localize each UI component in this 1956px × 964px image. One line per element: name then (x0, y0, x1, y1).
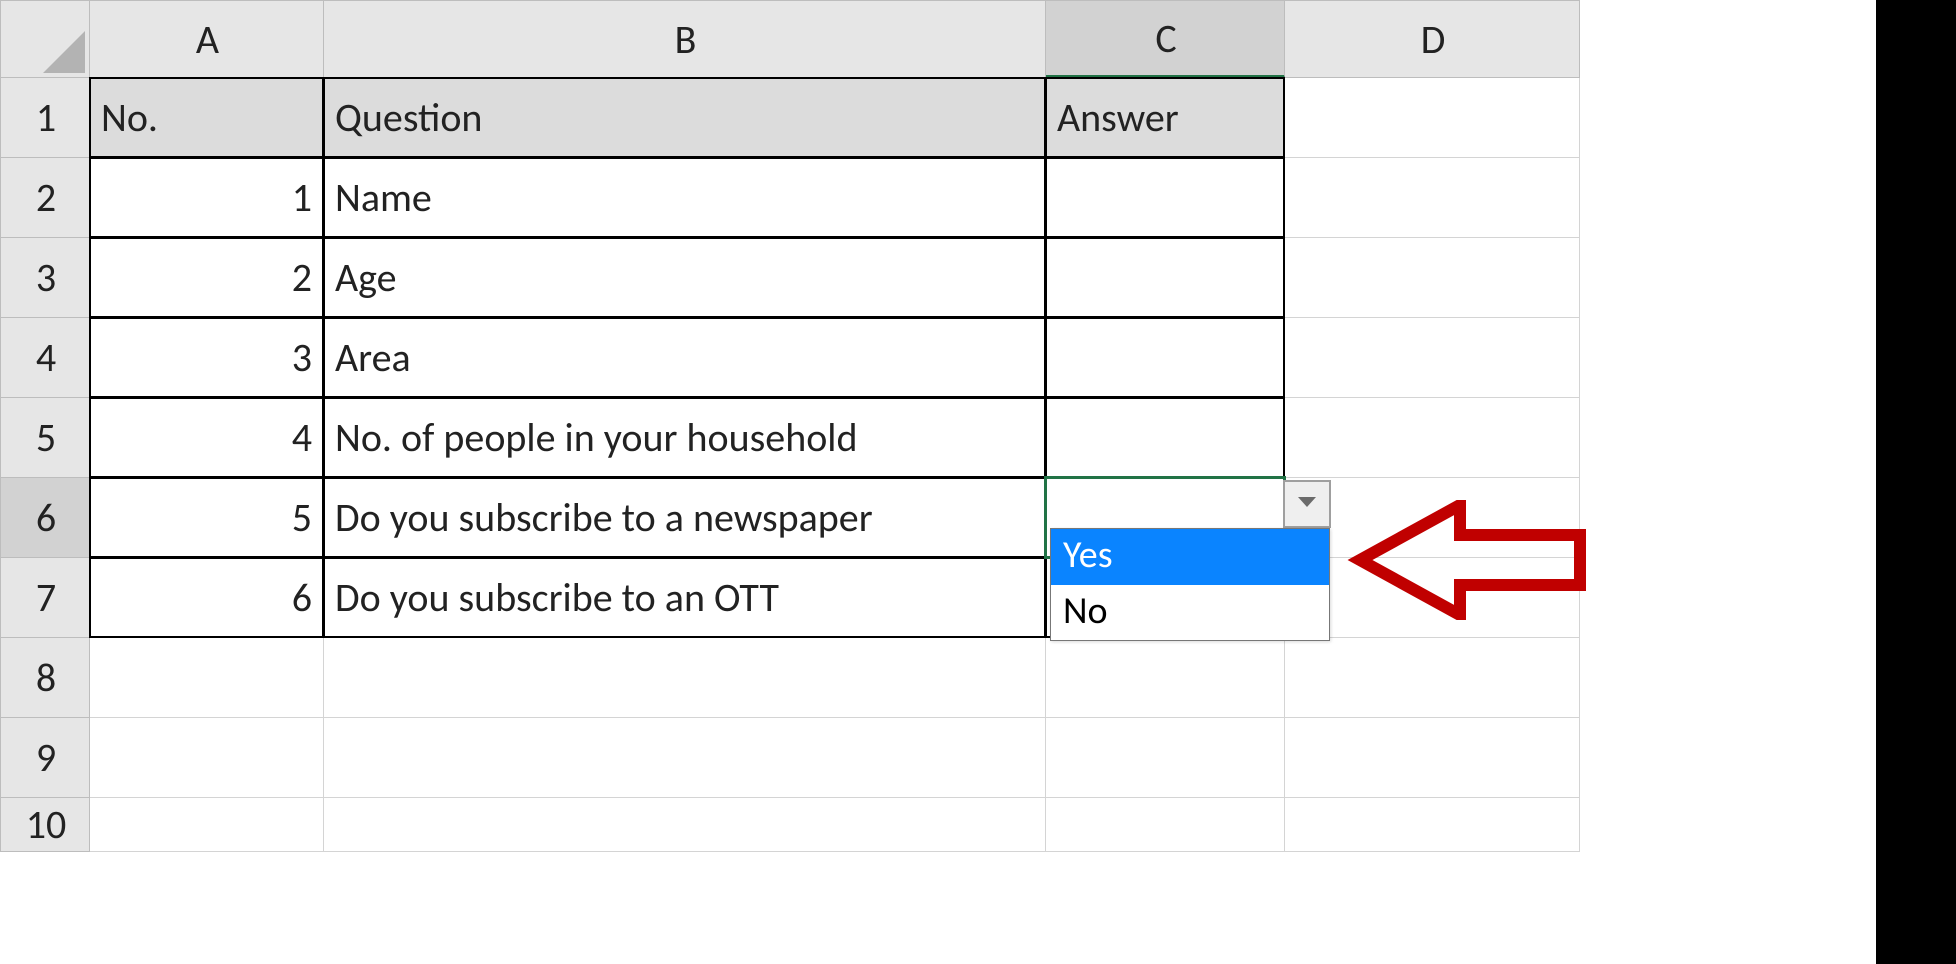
cell-B1[interactable]: Question (323, 77, 1046, 158)
row-header-3[interactable]: 3 (0, 238, 90, 318)
dropdown-button[interactable] (1283, 480, 1331, 528)
dropdown-option-yes[interactable]: Yes (1051, 529, 1329, 585)
cell-A4[interactable]: 3 (89, 317, 324, 398)
cell-B9[interactable] (324, 718, 1046, 798)
cell-A10[interactable] (90, 798, 324, 852)
cell-B7[interactable]: Do you subscribe to an OTT (323, 557, 1046, 638)
cell-A7[interactable]: 6 (89, 557, 324, 638)
cell-C9[interactable] (1046, 718, 1285, 798)
col-header-D[interactable]: D (1285, 0, 1580, 78)
cell-B6[interactable]: Do you subscribe to a newspaper (323, 477, 1046, 558)
cell-C8[interactable] (1046, 638, 1285, 718)
cell-C10[interactable] (1046, 798, 1285, 852)
row-header-7[interactable]: 7 (0, 558, 90, 638)
dropdown-list: Yes No (1050, 528, 1330, 641)
cell-D4[interactable] (1285, 318, 1580, 398)
cell-D8[interactable] (1285, 638, 1580, 718)
cell-A5[interactable]: 4 (89, 397, 324, 478)
cell-D2[interactable] (1285, 158, 1580, 238)
cell-D9[interactable] (1285, 718, 1580, 798)
arrow-annotation-icon (1340, 500, 1590, 625)
cell-B3[interactable]: Age (323, 237, 1046, 318)
col-header-A[interactable]: A (90, 0, 324, 78)
row-header-9[interactable]: 9 (0, 718, 90, 798)
cell-D3[interactable] (1285, 238, 1580, 318)
cell-C3[interactable] (1045, 237, 1285, 318)
cell-B8[interactable] (324, 638, 1046, 718)
cell-D5[interactable] (1285, 398, 1580, 478)
cell-C1[interactable]: Answer (1045, 77, 1285, 158)
row-header-5[interactable]: 5 (0, 398, 90, 478)
cell-B2[interactable]: Name (323, 157, 1046, 238)
cell-B4[interactable]: Area (323, 317, 1046, 398)
cell-C5[interactable] (1045, 397, 1285, 478)
row-header-2[interactable]: 2 (0, 158, 90, 238)
cell-A2[interactable]: 1 (89, 157, 324, 238)
cell-B10[interactable] (324, 798, 1046, 852)
row-header-1[interactable]: 1 (0, 78, 90, 158)
dropdown-option-no[interactable]: No (1051, 585, 1329, 641)
row-header-10[interactable]: 10 (0, 798, 90, 852)
cell-C4[interactable] (1045, 317, 1285, 398)
row-header-4[interactable]: 4 (0, 318, 90, 398)
cell-A3[interactable]: 2 (89, 237, 324, 318)
cell-D10[interactable] (1285, 798, 1580, 852)
cell-A6[interactable]: 5 (89, 477, 324, 558)
cell-A9[interactable] (90, 718, 324, 798)
crop-edge (1876, 0, 1956, 964)
row-header-8[interactable]: 8 (0, 638, 90, 718)
cell-D1[interactable] (1285, 78, 1580, 158)
cell-C2[interactable] (1045, 157, 1285, 238)
col-header-B[interactable]: B (324, 0, 1046, 78)
col-header-C[interactable]: C (1046, 0, 1285, 78)
cell-B5[interactable]: No. of people in your household (323, 397, 1046, 478)
select-all-corner[interactable] (0, 0, 90, 78)
cell-A8[interactable] (90, 638, 324, 718)
row-header-6[interactable]: 6 (0, 478, 90, 558)
cell-A1[interactable]: No. (89, 77, 324, 158)
chevron-down-icon (1297, 495, 1317, 514)
worksheet-grid: A B C D 1 No. Question Answer 2 1 Name 3… (0, 0, 1580, 852)
spreadsheet-viewport: A B C D 1 No. Question Answer 2 1 Name 3… (0, 0, 1956, 964)
